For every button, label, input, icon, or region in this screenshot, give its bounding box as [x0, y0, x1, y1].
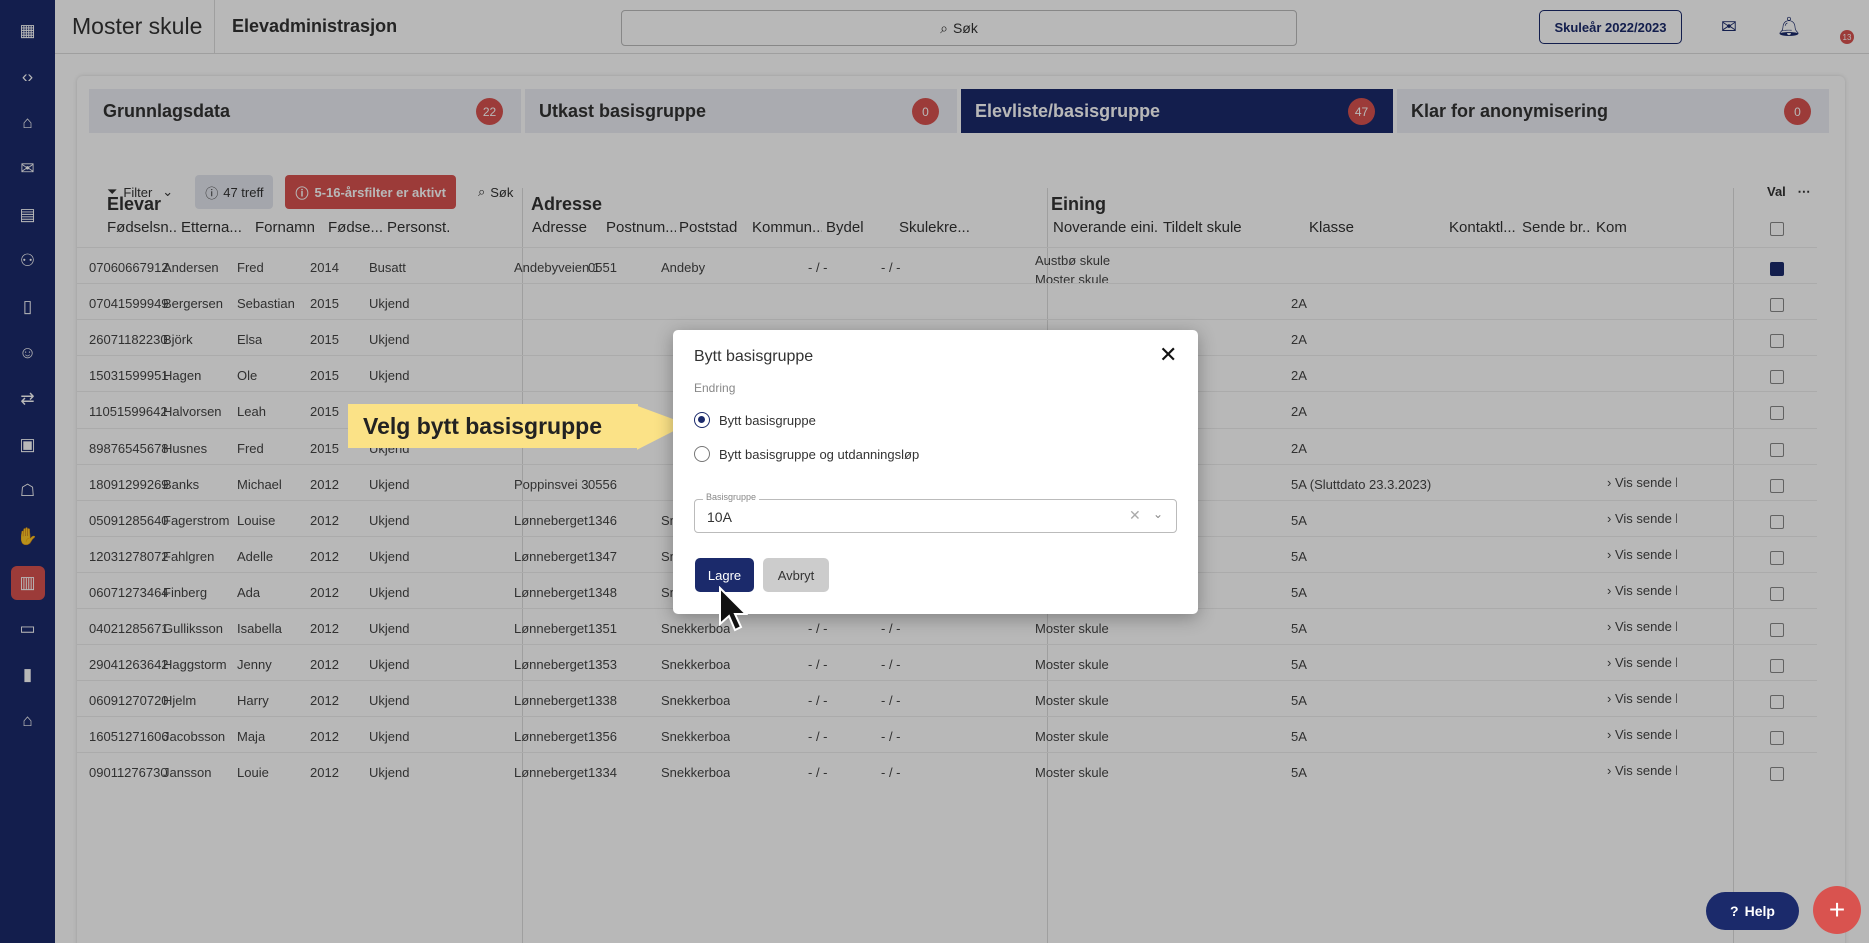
help-button[interactable]: ? Help	[1706, 892, 1799, 930]
dialog-section-label: Endring	[694, 381, 736, 395]
radio-label-bytt-utdanningslop[interactable]: Bytt basisgruppe og utdanningsløp	[719, 447, 919, 462]
help-icon: ?	[1730, 903, 1739, 919]
help-label: Help	[1744, 903, 1775, 919]
radio-bytt-basisgruppe[interactable]	[694, 412, 710, 428]
tutorial-callout: Velg bytt basisgruppe	[348, 404, 638, 448]
dialog-title: Bytt basisgruppe	[694, 348, 814, 365]
radio-label-bytt-basisgruppe[interactable]: Bytt basisgruppe	[719, 413, 816, 428]
basisgruppe-field-label: Basisgruppe	[703, 492, 760, 502]
close-icon[interactable]: ✕	[1159, 342, 1177, 368]
radio-bytt-utdanningslop[interactable]	[694, 446, 710, 462]
change-group-dialog: Bytt basisgruppe ✕ Endring Bytt basisgru…	[673, 330, 1198, 614]
basisgruppe-select[interactable]: Basisgruppe 10A ✕ ⌄	[694, 492, 1177, 533]
clear-icon[interactable]: ✕	[1129, 507, 1141, 524]
plus-icon: +	[1828, 894, 1846, 925]
basisgruppe-value: 10A	[707, 509, 732, 525]
chevron-down-icon[interactable]: ⌄	[1153, 507, 1163, 521]
add-fab-button[interactable]: +	[1813, 886, 1861, 934]
cancel-button[interactable]: Avbryt	[763, 558, 829, 592]
mouse-cursor-icon	[719, 586, 748, 632]
